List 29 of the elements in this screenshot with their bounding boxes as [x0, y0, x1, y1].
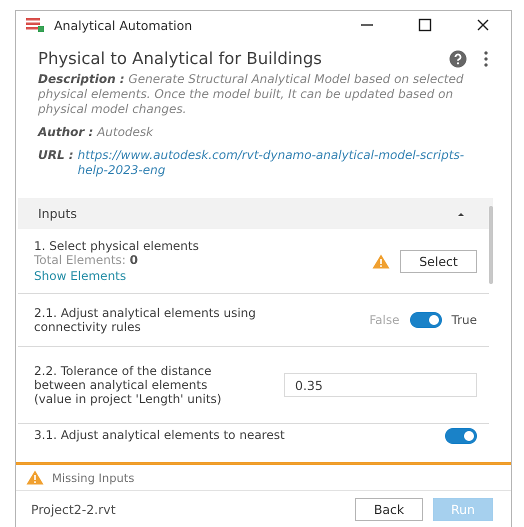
more-options-icon[interactable]	[483, 50, 489, 68]
script-title: Physical to Analytical for Buildings	[38, 49, 323, 68]
url-label: URL :	[38, 148, 74, 163]
total-elements-text: Total Elements: 0	[34, 253, 139, 267]
input-label: 2.1. Adjust analytical elements using connectivity rules	[34, 306, 257, 334]
help-icon[interactable]	[449, 50, 467, 68]
url-link[interactable]: https://www.autodesk.com/rvt-dynamo-analytical-model-scripts-help-2023-eng	[78, 148, 489, 178]
window-title: Analytical Automation	[54, 18, 194, 32]
app-icon	[26, 17, 46, 33]
back-button[interactable]: Back	[355, 498, 423, 520]
false-label: False	[369, 313, 400, 327]
maximize-icon[interactable]	[417, 17, 433, 33]
collapse-icon[interactable]	[457, 210, 465, 216]
author-text: Author : Autodesk	[38, 125, 154, 140]
tolerance-field[interactable]: 0.35	[284, 373, 477, 397]
close-icon[interactable]	[475, 17, 491, 33]
select-button[interactable]: Select	[400, 250, 477, 272]
show-elements-link[interactable]: Show Elements	[34, 269, 372, 283]
input-label: 1. Select physical elements	[34, 239, 200, 253]
true-label: True	[452, 313, 477, 327]
input-label: 2.2. Tolerance of the distance between analytical elements (value in project 'Length' units)	[34, 364, 222, 406]
input-label: 3.1. Adjust analytical elements to nearest	[34, 428, 286, 442]
description-text: Description : Generate Structural Analytical Model based on selected physical elements. Once the model built, It can be updated based on physical model changes.	[38, 72, 465, 117]
scrollbar-thumb[interactable]	[489, 206, 493, 284]
status-text: Missing Inputs	[52, 470, 134, 484]
file-name: Project2-2.rvt	[31, 502, 117, 516]
inputs-header[interactable]: Inputs	[18, 198, 493, 229]
toggle-switch[interactable]	[410, 312, 442, 328]
toggle-switch[interactable]	[445, 428, 477, 444]
